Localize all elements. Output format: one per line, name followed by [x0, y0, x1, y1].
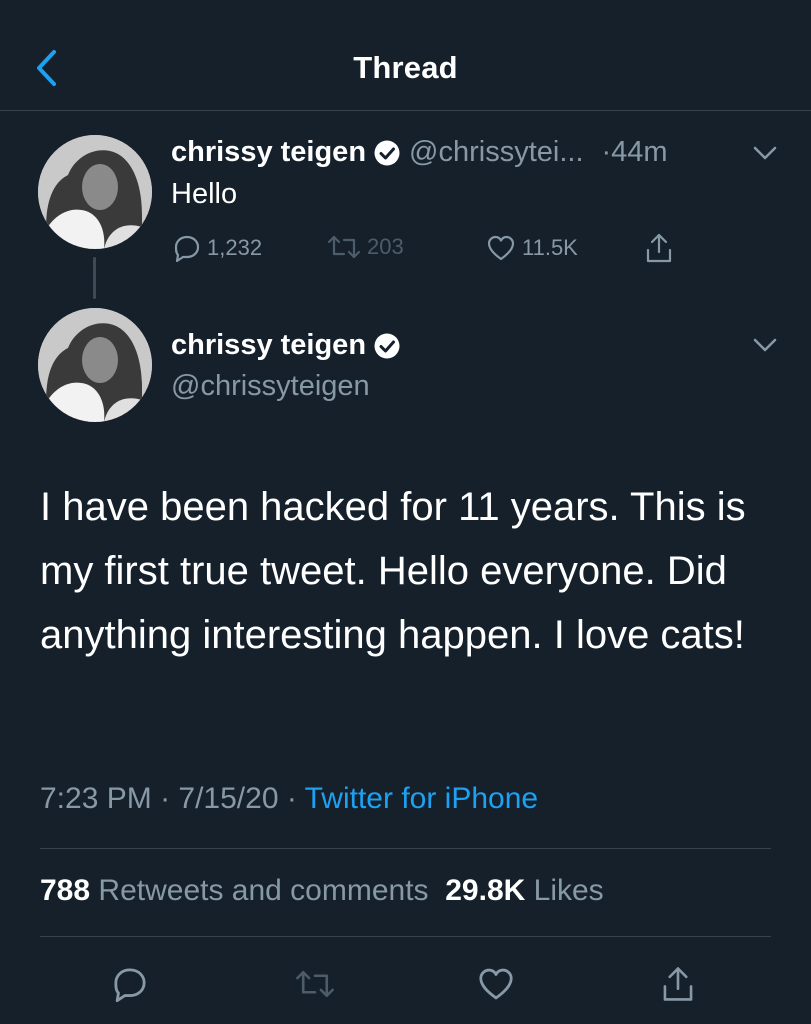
- avatar[interactable]: [38, 135, 152, 249]
- reply-icon: [174, 235, 200, 262]
- heart-icon: [487, 235, 515, 261]
- tweet-source-link[interactable]: Twitter for iPhone: [305, 782, 538, 815]
- tweet-time: 7:23 PM: [40, 782, 152, 815]
- share-button[interactable]: [656, 962, 700, 1006]
- profile-photo: [38, 135, 152, 249]
- timestamp[interactable]: ·44m: [602, 136, 668, 169]
- like-button[interactable]: [474, 962, 518, 1006]
- retweets-label: Retweets and comments: [98, 874, 429, 907]
- tweet-date: 7/15/20: [178, 782, 279, 815]
- share-icon: [663, 967, 693, 1001]
- likes-label: Likes: [533, 874, 604, 907]
- main-tweet-header: chrissy teigen: [171, 329, 400, 362]
- share-icon: [646, 233, 672, 263]
- reply-count: 1,232: [207, 235, 263, 260]
- likes-count: 29.8K: [445, 874, 526, 907]
- chevron-down-icon[interactable]: [751, 143, 779, 163]
- tweet-text: I have been hacked for 11 years. This is…: [40, 485, 746, 657]
- tweet-text: Hello: [171, 178, 238, 210]
- verified-badge-icon: [374, 140, 400, 165]
- retweet-icon: [296, 970, 334, 998]
- divider: [40, 936, 771, 937]
- like-button[interactable]: 11.5K: [486, 234, 578, 262]
- like-count: 11.5K: [522, 235, 578, 260]
- thread-connector-line: [93, 257, 96, 299]
- profile-photo: [38, 308, 152, 422]
- share-button[interactable]: [645, 232, 673, 264]
- handle[interactable]: @chrissytei...: [409, 136, 583, 169]
- verified-badge-icon: [374, 333, 400, 358]
- avatar[interactable]: [38, 308, 152, 422]
- reply-icon: [114, 968, 146, 1002]
- reply-button[interactable]: 1,232: [173, 234, 262, 262]
- tweet-meta: 7:23 PM · 7/15/20 · Twitter for iPhone: [40, 782, 538, 816]
- retweet-button[interactable]: [293, 962, 337, 1006]
- meta-separator: ·: [160, 782, 179, 815]
- retweet-count: 203: [367, 234, 404, 259]
- divider: [40, 848, 771, 849]
- retweet-button[interactable]: 203: [327, 234, 404, 260]
- heart-icon: [479, 968, 513, 1000]
- chevron-down-icon[interactable]: [751, 335, 779, 355]
- display-name[interactable]: chrissy teigen: [171, 136, 366, 169]
- meta-separator: ·: [286, 782, 305, 815]
- tweet-stats: 788 Retweets and comments 29.8K Likes: [40, 874, 604, 908]
- display-name[interactable]: chrissy teigen: [171, 329, 366, 362]
- likes-stat[interactable]: 29.8K Likes: [445, 874, 603, 907]
- reply-button[interactable]: [108, 962, 152, 1006]
- retweet-icon: [327, 235, 361, 259]
- handle[interactable]: @chrissyteigen: [171, 370, 370, 403]
- top-bar: Thread: [0, 0, 811, 111]
- parent-tweet-header: chrissy teigen @chrissytei... ·44m: [171, 136, 668, 169]
- page-title: Thread: [353, 50, 458, 85]
- retweets-count: 788: [40, 874, 91, 907]
- retweets-stat[interactable]: 788 Retweets and comments: [40, 874, 429, 907]
